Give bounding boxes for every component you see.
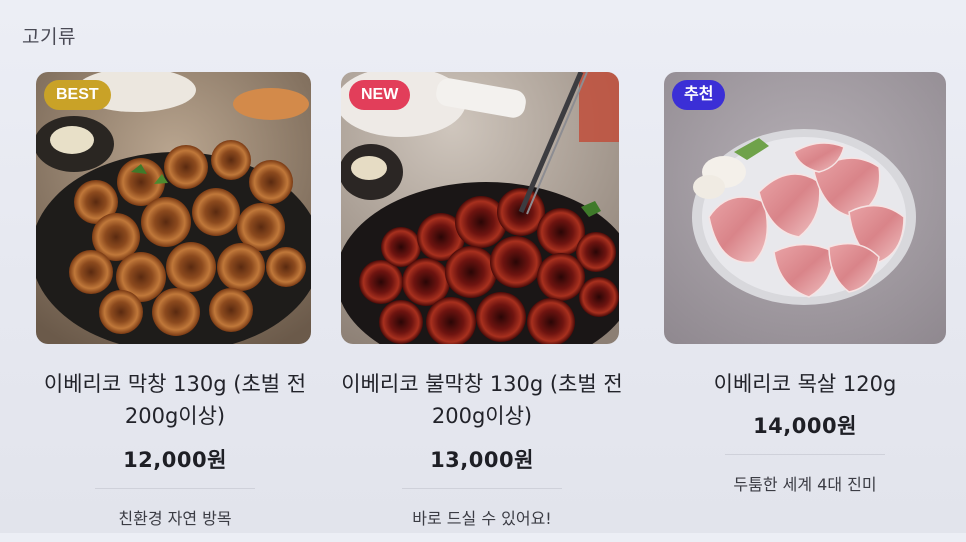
- product-name: 이베리코 막창 130g (초벌 전 200g이상): [43, 372, 307, 428]
- badge-recommended: 추천: [672, 80, 726, 110]
- divider: [725, 454, 885, 455]
- product-price: 14,000원: [753, 414, 857, 438]
- product-image[interactable]: 추천: [664, 72, 946, 344]
- product-price: 12,000원: [123, 448, 227, 472]
- product-name: 이베리코 목살 120g: [713, 372, 897, 396]
- divider: [402, 488, 562, 489]
- badge-new: NEW: [349, 80, 411, 110]
- product-description: 바로 드실 수 있어요!: [412, 509, 552, 528]
- product-price: 13,000원: [430, 448, 534, 472]
- product-card-moksal[interactable]: 추천 이베리코 목살 120g 14,000원 두툼한 세계 4대 진미: [660, 72, 950, 542]
- grilled-intestine-image: [36, 72, 311, 344]
- divider: [95, 488, 255, 489]
- product-card-bulmakchang[interactable]: NEW 이베리코 불막창 130g (초벌 전 200g이상) 13,000원 …: [337, 72, 627, 542]
- product-description: 두툼한 세계 4대 진미: [733, 475, 877, 494]
- product-image[interactable]: NEW: [341, 72, 619, 344]
- product-image[interactable]: BEST: [36, 72, 311, 344]
- category-title: 고기류: [22, 26, 76, 48]
- product-card-makchang[interactable]: BEST 이베리코 막창 130g (초벌 전 200g이상) 12,000원 …: [30, 72, 320, 542]
- raw-pork-neck-image: [664, 72, 946, 344]
- product-name: 이베리코 불막창 130g (초벌 전 200g이상): [341, 372, 623, 428]
- product-description: 친환경 자연 방목: [118, 509, 232, 528]
- spicy-intestine-image: [341, 72, 619, 344]
- badge-best: BEST: [44, 80, 111, 110]
